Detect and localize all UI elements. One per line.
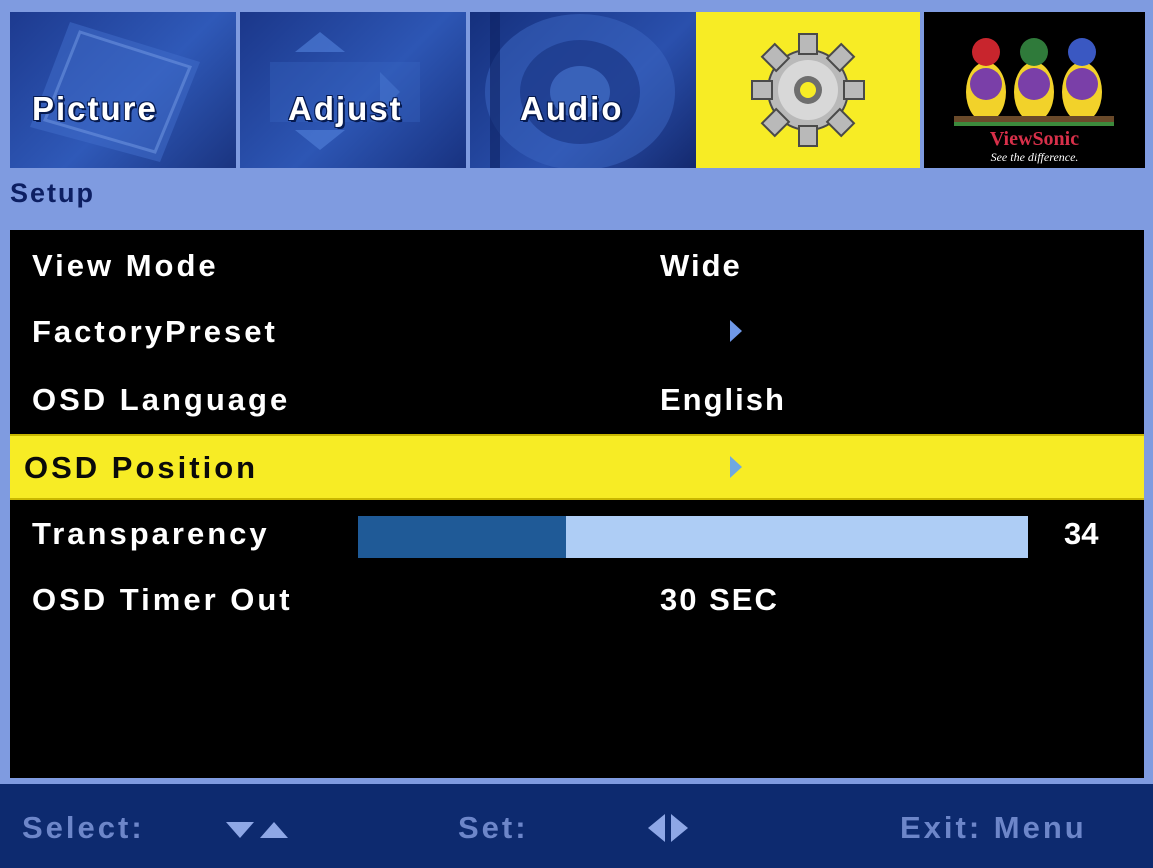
right-arrow-icon	[730, 456, 742, 478]
menu-item-osd-position[interactable]: OSD Position	[10, 434, 1144, 500]
menu-item-label: OSD Timer Out	[32, 582, 293, 617]
tab-audio[interactable]: Audio	[470, 12, 696, 168]
transparency-value: 34	[1064, 516, 1099, 551]
menu-item-label: FactoryPreset	[32, 314, 278, 349]
menu-item-label: OSD Language	[32, 382, 291, 417]
setup-menu: View Mode Wide FactoryPreset OSD Languag…	[10, 230, 1144, 778]
menu-item-osd-timer-out[interactable]: OSD Timer Out 30 SEC	[10, 568, 1144, 634]
tab-setup[interactable]	[696, 12, 920, 168]
menu-item-view-mode[interactable]: View Mode Wide	[10, 234, 1144, 300]
set-hint: Set:	[458, 810, 529, 845]
gear-icon	[751, 33, 865, 147]
menu-item-osd-language[interactable]: OSD Language English	[10, 368, 1144, 434]
exit-hint: Exit: Menu	[900, 810, 1087, 845]
menu-item-label: View Mode	[32, 248, 219, 283]
menu-item-value: 30 SEC	[660, 582, 779, 617]
tab-picture[interactable]: Picture	[10, 12, 236, 168]
page-title: Setup	[10, 178, 96, 208]
right-arrow-icon	[730, 320, 742, 342]
menu-item-value: Wide	[660, 248, 742, 283]
tab-strip: Picture Adjust Audio ViewSonic See the d…	[6, 6, 1147, 168]
tab-audio-label: Audio	[520, 90, 624, 127]
logo-brand: ViewSonic	[989, 128, 1080, 150]
tab-adjust[interactable]: Adjust	[240, 12, 466, 168]
left-right-arrows-icon	[648, 814, 688, 842]
menu-item-label: Transparency	[32, 516, 270, 551]
menu-item-label: OSD Position	[24, 450, 259, 485]
tab-adjust-label: Adjust	[288, 90, 403, 127]
menu-item-factory-preset[interactable]: FactoryPreset	[10, 300, 1144, 366]
footer-hints: Select: Set: Exit: Menu	[0, 784, 1153, 868]
viewsonic-logo: ViewSonic See the difference.	[924, 12, 1145, 168]
menu-item-value: English	[660, 382, 786, 417]
menu-item-transparency[interactable]: Transparency 34	[10, 502, 1144, 568]
transparency-slider[interactable]	[358, 516, 1028, 558]
tab-picture-label: Picture	[32, 90, 158, 127]
transparency-slider-fill	[358, 516, 566, 558]
logo-tagline: See the difference.	[990, 150, 1079, 164]
up-down-arrows-icon	[226, 822, 288, 838]
select-hint: Select:	[22, 810, 145, 845]
